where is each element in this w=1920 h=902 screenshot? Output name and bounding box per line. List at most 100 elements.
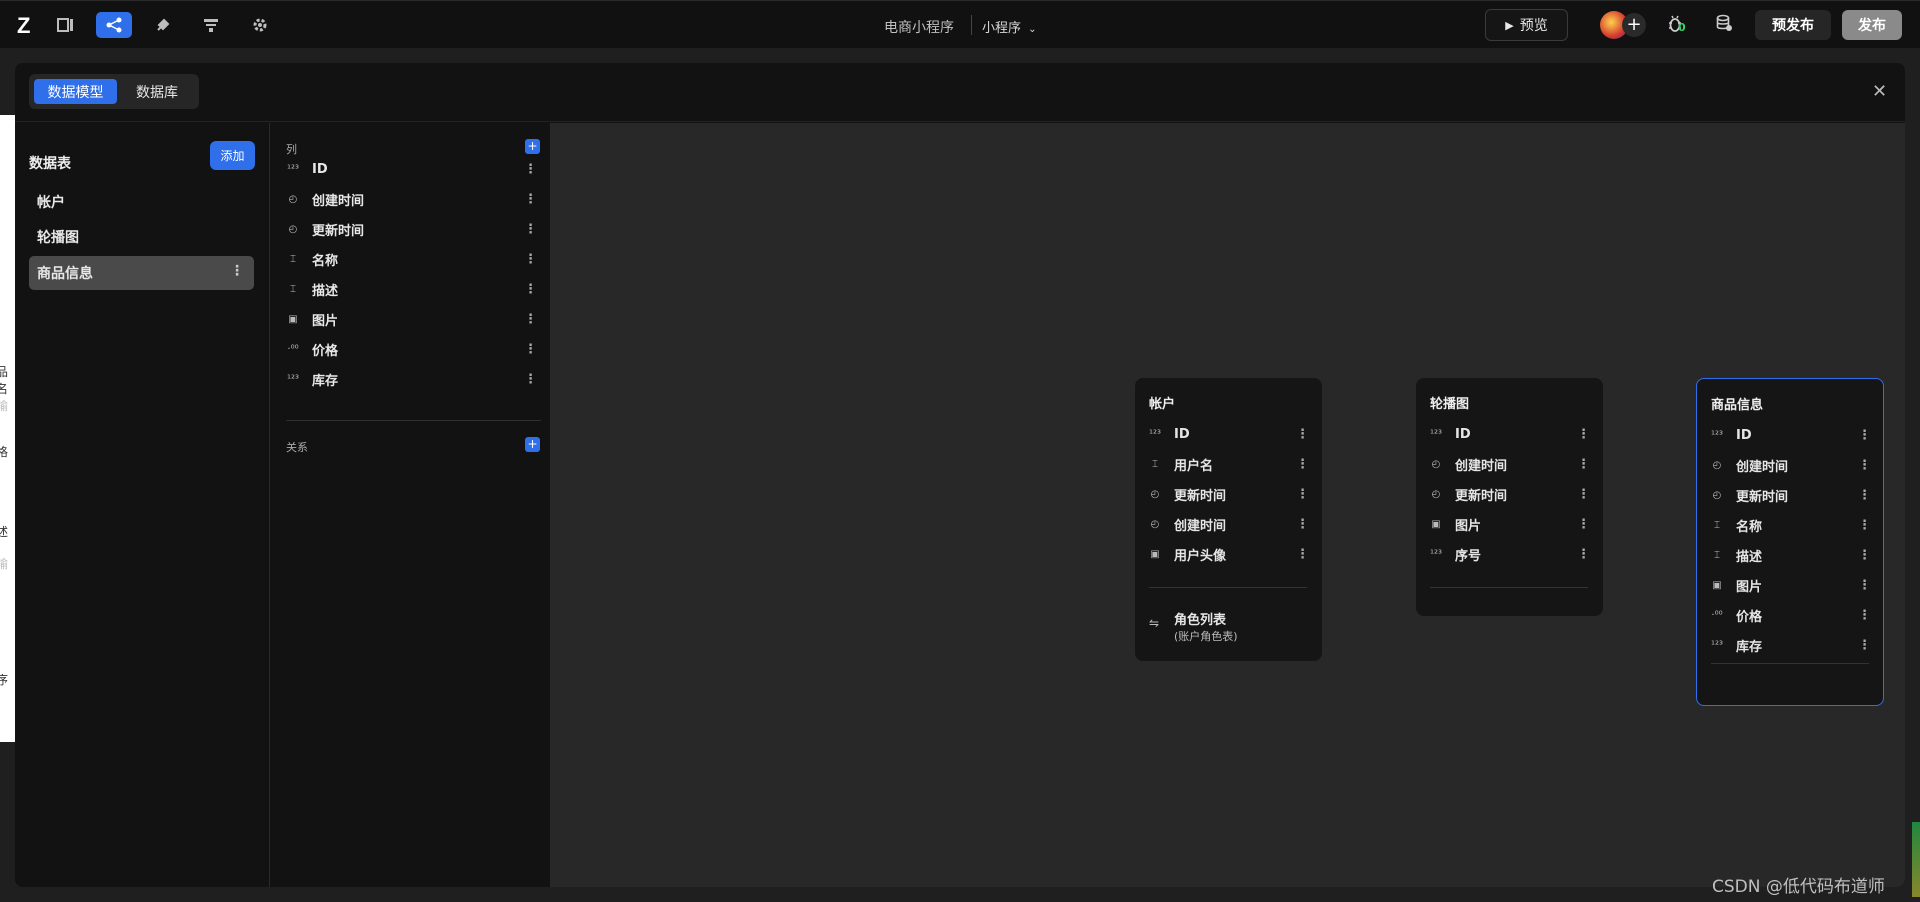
tables-panel-title: 数据表 [29,156,71,172]
tab-data-model[interactable]: 数据模型 [34,79,117,104]
entity-field-row[interactable]: ◴ 创建时间 ⋮ [1711,453,1871,477]
entity-field-row[interactable]: ◴ 更新时间 ⋮ [1430,482,1590,506]
bg-fragment-text: 输 [0,557,9,571]
more-vertical-icon[interactable]: ⋮ [1577,487,1590,502]
column-row[interactable]: ▣ 图片 ⋮ [286,307,541,331]
column-row[interactable]: ⌶ 名称 ⋮ [286,247,541,271]
more-vertical-icon[interactable]: ⋮ [1296,547,1309,562]
entity-field-row[interactable]: ⌶ 用户名 ⋮ [1149,452,1309,476]
entity-title: 轮播图 [1430,397,1470,412]
more-vertical-icon[interactable]: ⋮ [1577,517,1590,532]
entity-card-carousel[interactable]: 轮播图 ¹²³ ID ⋮ ◴ 创建时间 ⋮ ◴ 更新时间 ⋮ ▣ 图片 ⋮ ¹²³ 序号 ⋮ [1416,378,1603,616]
more-vertical-icon[interactable]: ⋮ [1858,548,1871,563]
column-label: 创建时间 [312,193,365,209]
entity-field-row[interactable]: ◴ 更新时间 ⋮ [1711,483,1871,507]
clock-icon: ◴ [1150,488,1160,500]
entity-field-row[interactable]: ◴ 创建时间 ⋮ [1149,512,1309,536]
more-vertical-icon[interactable]: ⋮ [524,252,537,267]
entity-title: 商品信息 [1711,398,1764,413]
publish-button[interactable]: 发布 [1842,10,1902,40]
more-vertical-icon[interactable]: ⋮ [1296,457,1309,472]
column-row[interactable]: ◴ 创建时间 ⋮ [286,187,541,211]
settings-icon[interactable] [242,12,278,38]
more-vertical-icon[interactable]: ⋮ [524,282,537,297]
app-type-select[interactable]: 小程序 ⌄ [982,17,1037,36]
more-vertical-icon[interactable]: ⋮ [1858,428,1871,443]
more-vertical-icon[interactable]: ⋮ [1858,518,1871,533]
close-icon[interactable]: ✕ [1872,81,1887,102]
more-vertical-icon[interactable]: ⋮ [1858,608,1871,623]
app-logo[interactable]: Z [17,13,30,39]
table-item-account[interactable]: 帐户 [29,185,254,219]
entity-field-row[interactable]: ¹²³ 序号 ⋮ [1430,542,1590,566]
data-model-modal: 数据模型 数据库 ✕ 数据表 添加 帐户 轮播图 商品信息 ⋮ 列 + ¹²³ I… [15,63,1905,887]
clock-icon: ◴ [1712,459,1722,471]
more-vertical-icon[interactable]: ⋮ [1296,427,1309,442]
add-column-icon[interactable]: + [525,139,540,154]
entity-field-row[interactable]: ▣ 用户头像 ⋮ [1149,542,1309,566]
more-vertical-icon[interactable]: ⋮ [1858,488,1871,503]
layout-icon[interactable] [48,12,84,38]
entity-field-row[interactable]: ▣ 图片 ⋮ [1711,573,1871,597]
bg-fragment-text: 格 [0,445,9,459]
column-row[interactable]: ⌶ 描述 ⋮ [286,277,541,301]
more-vertical-icon[interactable]: ⋮ [524,342,537,357]
table-item-label: 商品信息 [37,266,93,282]
entity-field-row[interactable]: ▣ 图片 ⋮ [1430,512,1590,536]
more-vertical-icon[interactable]: ⋮ [524,222,537,237]
entity-field-row[interactable]: ⌶ 名称 ⋮ [1711,513,1871,537]
entity-field-row[interactable]: ◴ 更新时间 ⋮ [1149,482,1309,506]
add-relation-icon[interactable]: + [525,437,540,452]
image-icon: ▣ [1431,518,1441,530]
more-vertical-icon[interactable]: ⋮ [1577,427,1590,442]
plugin-icon[interactable] [145,12,181,38]
more-vertical-icon[interactable]: ⋮ [524,312,537,327]
bg-fragment-text: 输 [0,399,9,413]
more-vertical-icon[interactable]: ⋮ [1577,457,1590,472]
more-vertical-icon[interactable]: ⋮ [1858,638,1871,653]
data-model-icon[interactable] [96,12,132,38]
column-row[interactable]: ◴ 更新时间 ⋮ [286,217,541,241]
text-type-icon: ⌶ [1152,458,1158,470]
tables-panel: 数据表 添加 帐户 轮播图 商品信息 ⋮ [15,123,270,887]
entity-card-account[interactable]: 帐户 ⇋ 角色列表 (账户角色表) ¹²³ ID ⋮ ⌶ 用户名 ⋮ ◴ 更新时间 ⋮ ◴ 创建时间… [1135,378,1322,661]
more-vertical-icon[interactable]: ⋮ [1296,487,1309,502]
more-vertical-icon[interactable]: ⋮ [524,372,537,387]
invite-plus-icon[interactable]: + [1622,13,1646,37]
entity-field-row[interactable]: ¹²³ ID ⋮ [1430,422,1590,446]
column-row[interactable]: ¹²³ ID ⋮ [286,157,541,181]
entity-field-row[interactable]: ¹²³ ID ⋮ [1149,422,1309,446]
text-type-icon: ⌶ [1714,549,1720,561]
add-table-button[interactable]: 添加 [210,141,255,170]
entity-field-row[interactable]: ◴ 创建时间 ⋮ [1430,452,1590,476]
entity-field-row[interactable]: ⌶ 描述 ⋮ [1711,543,1871,567]
column-row[interactable]: ¹²³ 库存 ⋮ [286,367,541,391]
preview-button[interactable]: ▶ 预览 [1485,9,1568,41]
entity-field-row[interactable]: ¹²³ 库存 ⋮ [1711,633,1871,657]
entity-field-label: ID [1455,426,1471,442]
database-icon[interactable] [1716,14,1732,37]
er-canvas[interactable]: 帐户 ⇋ 角色列表 (账户角色表) ¹²³ ID ⋮ ⌶ 用户名 ⋮ ◴ 更新时间 ⋮ ◴ 创建时间… [550,123,1905,887]
more-vertical-icon[interactable]: ⋮ [1296,517,1309,532]
column-row[interactable]: ·⁰⁰ 价格 ⋮ [286,337,541,361]
more-vertical-icon[interactable]: ⋮ [1577,547,1590,562]
table-item-product[interactable]: 商品信息 ⋮ [29,256,254,290]
entity-field-row[interactable]: ¹²³ ID ⋮ [1711,423,1871,447]
relation-title[interactable]: 角色列表 [1174,609,1226,628]
prepublish-button[interactable]: 预发布 [1755,10,1831,40]
entity-field-row[interactable]: ·⁰⁰ 价格 ⋮ [1711,603,1871,627]
clock-icon: ◴ [1150,518,1160,530]
workflow-icon[interactable] [193,12,229,38]
entity-field-label: 用户名 [1174,458,1214,474]
columns-section-title: 列 [286,143,297,156]
more-vertical-icon[interactable]: ⋮ [230,263,244,279]
entity-field-label: 名称 [1736,519,1763,535]
entity-card-product[interactable]: 商品信息 ¹²³ ID ⋮ ◴ 创建时间 ⋮ ◴ 更新时间 ⋮ ⌶ 名称 ⋮ ⌶ 描述 ⋮ ▣ 图片 ⋮ ·⁰⁰ 价格… [1696,378,1884,706]
relation-icon: ⇋ [1149,616,1160,630]
more-vertical-icon[interactable]: ⋮ [524,162,537,177]
more-vertical-icon[interactable]: ⋮ [524,192,537,207]
more-vertical-icon[interactable]: ⋮ [1858,578,1871,593]
table-item-carousel[interactable]: 轮播图 [29,220,254,254]
more-vertical-icon[interactable]: ⋮ [1858,458,1871,473]
tab-database[interactable]: 数据库 [122,79,192,104]
